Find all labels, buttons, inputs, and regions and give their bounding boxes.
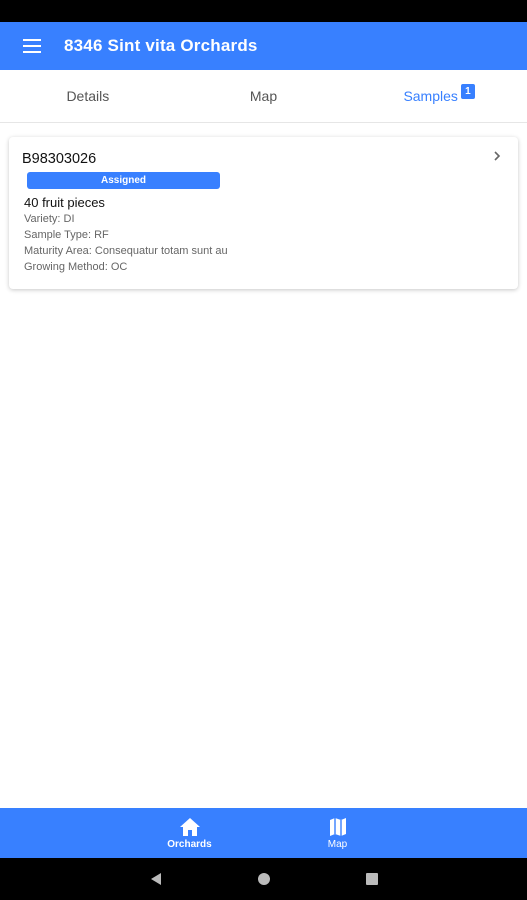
recents-icon[interactable] (365, 872, 379, 886)
variety-text: Variety: DI (24, 213, 75, 225)
tab-map-label: Map (249, 88, 278, 104)
samples-count-badge: 1 (460, 83, 475, 99)
back-icon[interactable] (149, 872, 163, 886)
app-header: 8346 Sint vita Orchards (0, 22, 527, 70)
sample-type-text: Sample Type: RF (24, 229, 109, 241)
tab-samples[interactable]: Samples 1 (351, 70, 527, 122)
home-circle-icon[interactable] (257, 872, 271, 886)
map-icon (329, 817, 346, 836)
menu-icon (23, 39, 41, 53)
system-navigation-bar (0, 858, 527, 900)
nav-orchards[interactable]: Orchards (116, 808, 264, 858)
home-icon (179, 817, 200, 836)
tab-map[interactable]: Map (176, 70, 352, 122)
tab-details-label: Details (66, 88, 110, 104)
maturity-area-text: Maturity Area: Consequatur totam sunt au (24, 245, 228, 257)
tab-samples-label: Samples (403, 88, 458, 104)
nav-orchards-label: Orchards (167, 838, 212, 850)
fruit-count: 40 fruit pieces (24, 195, 105, 210)
segment-tabs: Details Map Samples 1 (0, 70, 527, 123)
chevron-right-icon (494, 151, 501, 161)
nav-map[interactable]: Map (264, 808, 412, 858)
page-title: 8346 Sint vita Orchards (64, 36, 258, 55)
status-bar (0, 0, 527, 22)
tab-details[interactable]: Details (0, 70, 176, 122)
nav-map-label: Map (327, 838, 348, 850)
sample-id: B98303026 (22, 151, 97, 167)
menu-button[interactable] (0, 22, 64, 70)
growing-method-text: Growing Method: OC (24, 261, 128, 273)
status-badge: Assigned (27, 172, 220, 189)
bottom-tab-bar: Orchards Map (0, 808, 527, 858)
sample-card[interactable]: B98303026 Assigned 40 fruit pieces Varie… (9, 137, 518, 289)
